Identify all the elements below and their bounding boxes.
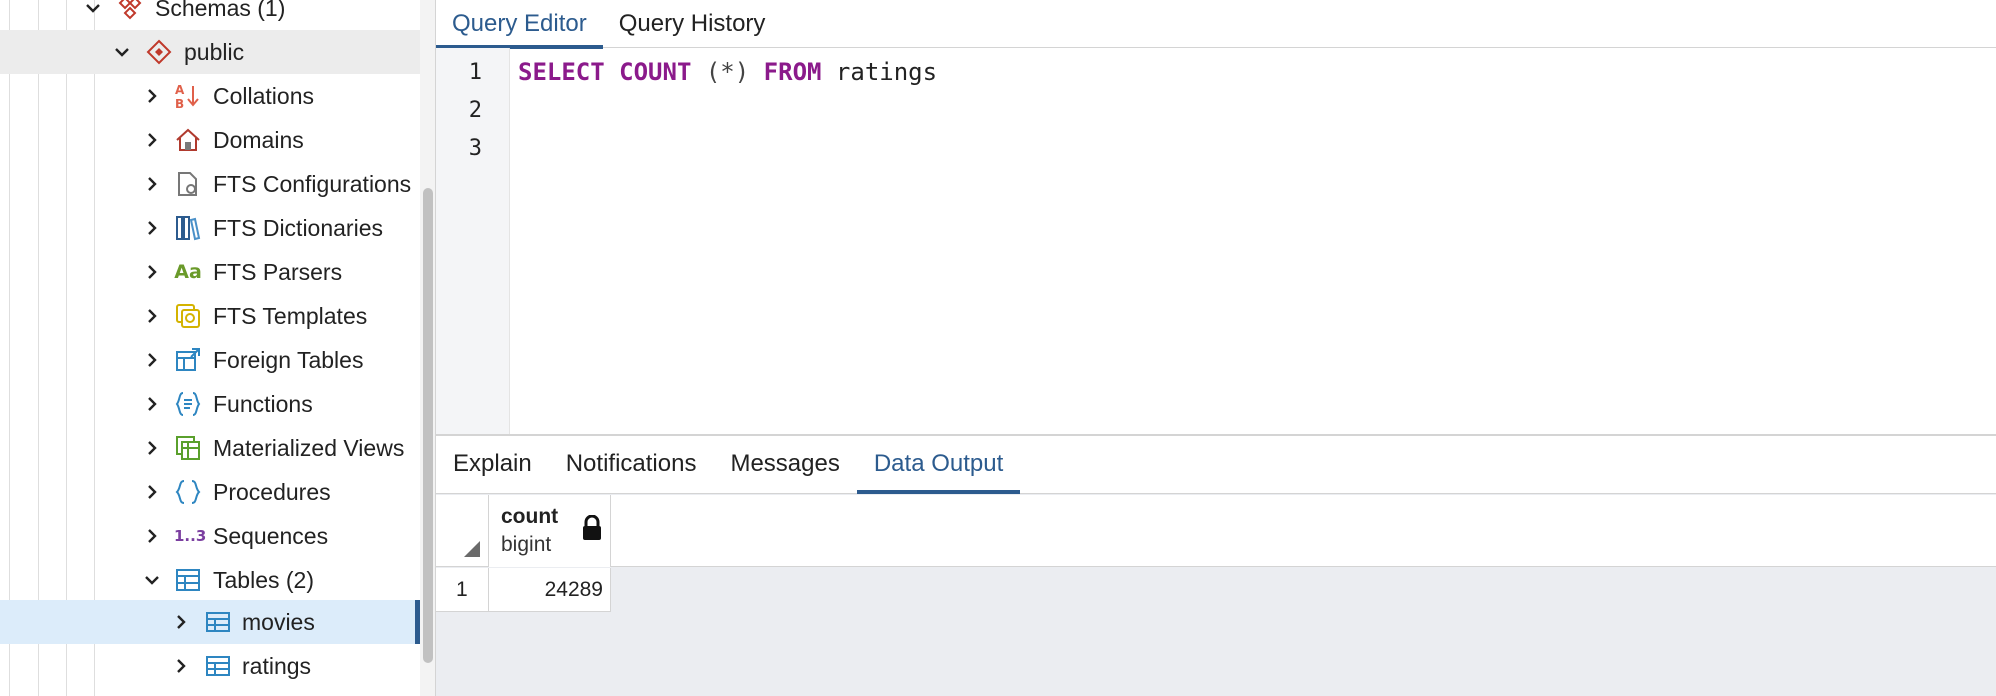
chevron-down-icon[interactable] <box>82 0 104 19</box>
row-number: 1 <box>436 568 489 612</box>
tree-item-tables[interactable]: Tables (2) <box>0 558 420 602</box>
lock-icon <box>583 515 601 540</box>
tree-item-fts-dictionaries[interactable]: FTS Dictionaries <box>0 206 420 250</box>
tree-item-label: ratings <box>242 652 312 679</box>
fts-templates-icon <box>174 302 202 330</box>
table-icon <box>204 652 232 680</box>
tab-data-output[interactable]: Data Output <box>856 435 1021 494</box>
tab-query-history[interactable]: Query History <box>603 0 782 48</box>
tab-messages[interactable]: Messages <box>713 435 856 493</box>
tree-item-label: Sequences <box>213 522 329 549</box>
chevron-right-icon[interactable] <box>141 525 163 547</box>
tree-item-functions[interactable]: Functions <box>0 382 420 426</box>
tree-item-label: movies <box>242 608 315 635</box>
tree-item-public[interactable]: public <box>0 30 420 74</box>
foreign-tables-icon <box>174 346 202 374</box>
tree-item-label: Functions <box>213 390 313 417</box>
chevron-right-icon[interactable] <box>141 261 163 283</box>
column-type: bigint <box>501 533 552 556</box>
functions-icon <box>174 390 202 418</box>
column-header-count[interactable]: count bigint <box>489 495 611 567</box>
select-all-corner[interactable] <box>436 495 489 567</box>
chevron-right-icon[interactable] <box>141 393 163 415</box>
sql-keyword: SELECT <box>518 58 605 86</box>
tree-item-sequences[interactable]: 1..3 Sequences <box>0 514 420 558</box>
svg-text:A: A <box>175 83 185 97</box>
chevron-right-icon[interactable] <box>141 437 163 459</box>
materialized-views-icon <box>174 434 202 462</box>
tree-item-collations[interactable]: AB Collations <box>0 74 420 118</box>
tree-item-label: FTS Templates <box>213 302 368 329</box>
fts-parsers-icon: Aa <box>174 261 202 283</box>
tree-item-schemas[interactable]: Schemas (1) <box>0 0 420 30</box>
tree-item-movies[interactable]: movies <box>0 600 420 644</box>
fts-dictionaries-icon <box>174 214 202 242</box>
chevron-right-icon[interactable] <box>141 481 163 503</box>
collations-icon: AB <box>174 82 202 110</box>
chevron-right-icon[interactable] <box>141 173 163 195</box>
sql-table-name: ratings <box>835 58 938 86</box>
svg-text:B: B <box>175 97 184 110</box>
tree-item-label: Tables (2) <box>213 566 314 593</box>
object-browser-tree: Schemas (1) public AB Collations Domains <box>0 0 420 696</box>
tree-item-label: FTS Configurations <box>213 170 412 197</box>
result-grid-header: count bigint <box>436 495 1996 567</box>
chevron-right-icon[interactable] <box>141 305 163 327</box>
chevron-down-icon[interactable] <box>111 41 133 63</box>
tab-notifications[interactable]: Notifications <box>549 435 714 493</box>
sequences-icon: 1..3 <box>174 527 207 545</box>
fts-configurations-icon <box>174 170 202 198</box>
sql-keyword: FROM <box>763 58 822 86</box>
tree-item-domains[interactable]: Domains <box>0 118 420 162</box>
tree-item-label: Collations <box>213 82 314 109</box>
tab-query-editor[interactable]: Query Editor <box>436 0 603 49</box>
sql-args: (*) <box>705 58 750 86</box>
sql-keyword: COUNT <box>619 58 692 86</box>
tree-item-label: Schemas (1) <box>155 0 286 21</box>
tree-item-label: Procedures <box>213 478 331 505</box>
sql-code-line[interactable]: SELECT COUNT (*) FROM ratings <box>518 58 937 86</box>
tab-explain[interactable]: Explain <box>436 435 549 493</box>
chevron-right-icon[interactable] <box>141 349 163 371</box>
tree-item-fts-parsers[interactable]: Aa FTS Parsers <box>0 250 420 294</box>
schema-icon <box>145 38 173 66</box>
output-panel: Explain Notifications Messages Data Outp… <box>436 436 1996 696</box>
line-number: 2 <box>468 98 482 123</box>
line-number: 1 <box>468 60 482 85</box>
tree-item-label: Materialized Views <box>213 434 405 461</box>
tree-scrollbar-thumb[interactable] <box>423 188 433 663</box>
procedures-icon <box>174 478 202 506</box>
table-icon <box>204 608 232 636</box>
tree-item-label: Foreign Tables <box>213 346 364 373</box>
tree-item-fts-templates[interactable]: FTS Templates <box>0 294 420 338</box>
tree-item-procedures[interactable]: Procedures <box>0 470 420 514</box>
line-number: 3 <box>468 136 482 161</box>
domains-icon <box>174 126 202 154</box>
tree-item-label: FTS Parsers <box>213 258 343 285</box>
column-name: count <box>501 505 559 528</box>
tables-icon <box>174 566 202 594</box>
chevron-right-icon[interactable] <box>141 217 163 239</box>
editor-tab-bar: Query Editor Query History <box>436 0 1996 49</box>
tree-item-foreign-tables[interactable]: Foreign Tables <box>0 338 420 382</box>
tree-item-fts-configurations[interactable]: FTS Configurations <box>0 162 420 206</box>
chevron-down-icon[interactable] <box>141 569 163 591</box>
chevron-right-icon[interactable] <box>141 85 163 107</box>
table-cell[interactable]: 24289 <box>489 568 611 612</box>
tree-item-label: public <box>184 38 245 65</box>
corner-triangle-icon <box>464 541 480 557</box>
tree-item-label: FTS Dictionaries <box>213 214 383 241</box>
schemas-icon <box>116 0 144 22</box>
tree-item-materialized-views[interactable]: Materialized Views <box>0 426 420 470</box>
query-editor-panel: Query Editor Query History 1 2 3 SELECT … <box>436 0 1996 436</box>
chevron-right-icon[interactable] <box>170 655 192 677</box>
output-tab-bar: Explain Notifications Messages Data Outp… <box>436 436 1996 494</box>
chevron-right-icon[interactable] <box>170 611 192 633</box>
chevron-right-icon[interactable] <box>141 129 163 151</box>
line-number-gutter: 1 2 3 <box>436 48 510 436</box>
tree-item-label: Domains <box>213 126 304 153</box>
tree-item-ratings[interactable]: ratings <box>0 644 420 688</box>
table-row[interactable]: 1 24289 <box>436 568 611 612</box>
